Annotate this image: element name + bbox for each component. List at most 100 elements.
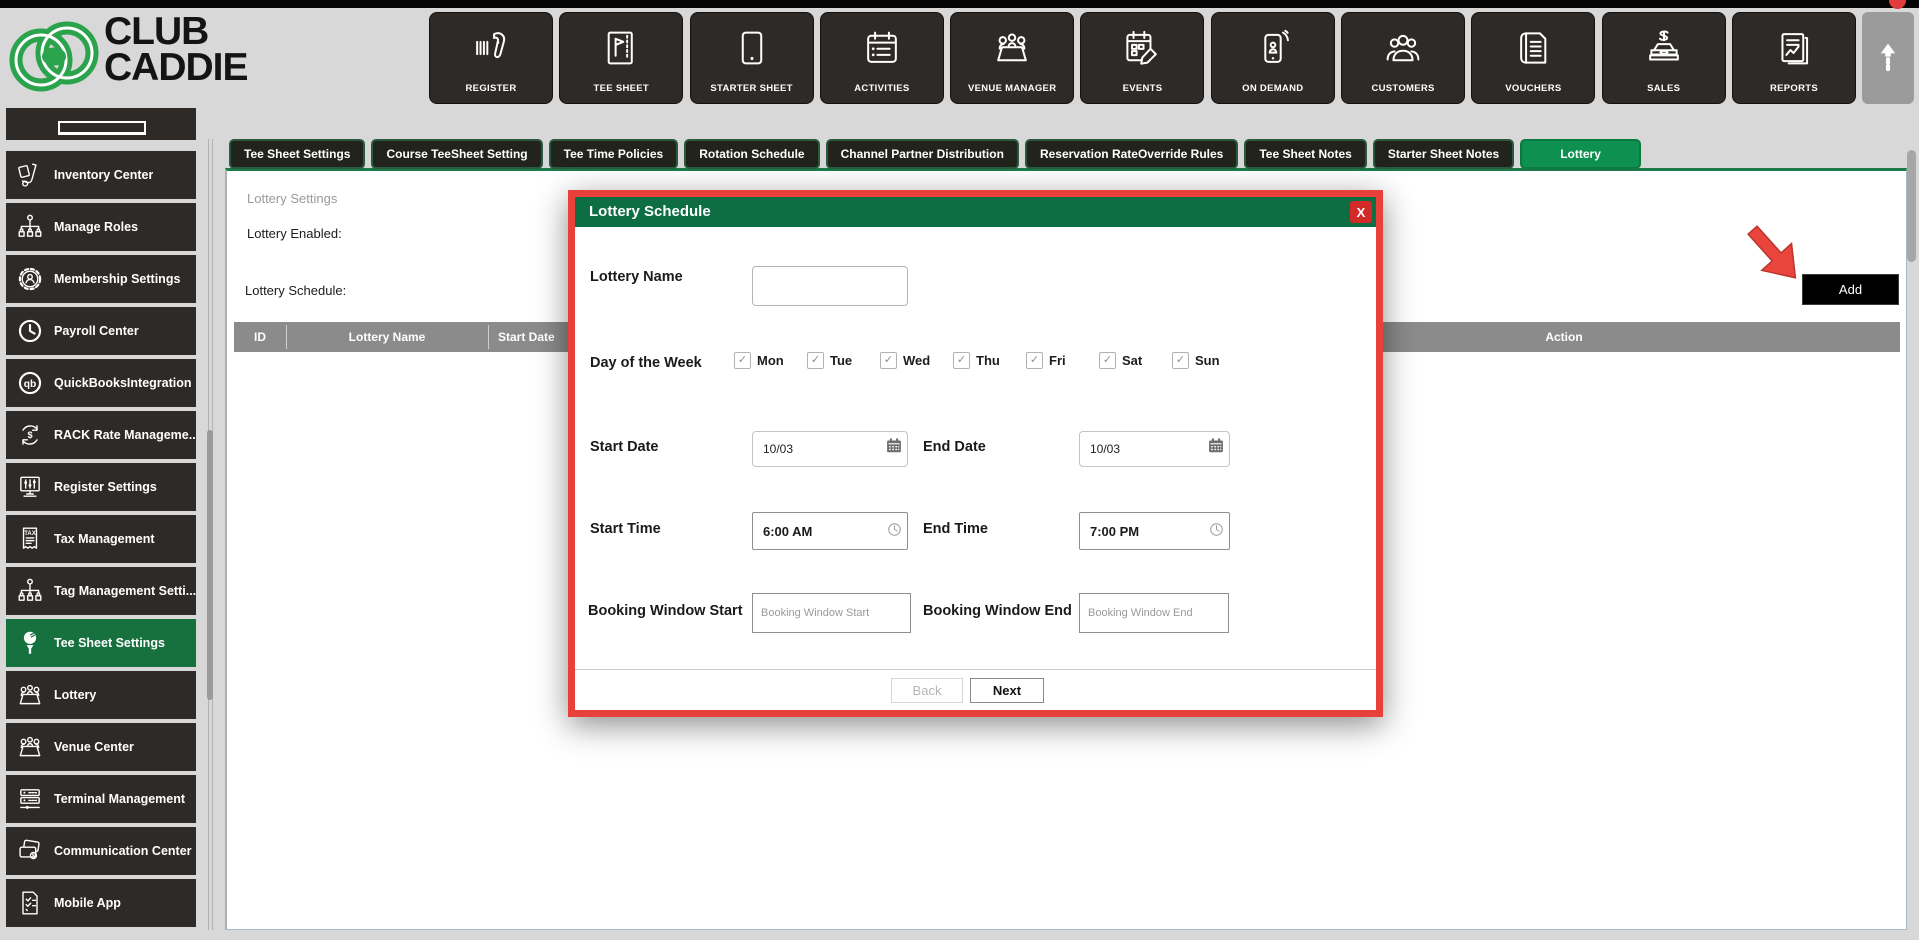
tablet-icon [732, 13, 772, 83]
modal-footer-divider [575, 669, 1376, 670]
sidebar-item-rack-rate-manageme[interactable]: $RACK Rate Manageme... [6, 411, 196, 459]
sidebar-item-label: Mobile App [54, 896, 121, 910]
day-of-week-checkboxes: ✓Mon✓Tue✓Wed✓Thu✓Fri✓Sat✓Sun [734, 352, 1245, 369]
day-checkbox-label: Wed [903, 353, 930, 368]
sidebar-item-tax-management[interactable]: TAXTax Management [6, 515, 196, 563]
sidebar-item-label: Register Settings [54, 480, 157, 494]
tab-rotation-schedule[interactable]: Rotation Schedule [684, 139, 819, 169]
nav-button-venue-manager[interactable]: VENUE MANAGER [950, 12, 1074, 104]
end-time-label: End Time [923, 521, 988, 537]
nav-button-events[interactable]: EVENTS [1080, 12, 1204, 104]
tab-course-teesheet-setting[interactable]: Course TeeSheet Setting [371, 139, 542, 169]
modal-title: Lottery Schedule [589, 203, 711, 220]
add-button[interactable]: Add [1802, 274, 1899, 305]
day-tue-checkbox[interactable]: ✓ [807, 352, 824, 369]
sidebar-item-tee-sheet-settings[interactable]: Tee Sheet Settings [6, 619, 196, 667]
gear-person-icon [6, 265, 54, 293]
tab-starter-sheet-notes[interactable]: Starter Sheet Notes [1373, 139, 1514, 169]
nav-button-register[interactable]: REGISTER [429, 12, 553, 104]
lottery-enabled-label: Lottery Enabled: [247, 226, 342, 241]
booking-window-start-input[interactable] [752, 593, 911, 633]
calendar-icon[interactable] [885, 437, 903, 460]
sidebar-item-label: Tag Management Setti... [54, 584, 196, 598]
day-sun: ✓ Sun [1172, 352, 1245, 369]
col-header-id: ID [234, 322, 286, 352]
doc-checklist-icon [6, 889, 54, 917]
calendar-list-icon [862, 13, 902, 83]
nav-button-customers[interactable]: CUSTOMERS [1341, 12, 1465, 104]
sidebar-item-payroll-center[interactable]: Payroll Center [6, 307, 196, 355]
start-time-input[interactable] [752, 512, 908, 550]
next-button[interactable]: Next [970, 678, 1044, 703]
clock-icon[interactable] [887, 522, 902, 542]
sidebar-item-venue-center[interactable]: Venue Center [6, 723, 196, 771]
barcode-scanner-icon [471, 13, 511, 83]
nav-button-reports[interactable]: REPORTS [1732, 12, 1856, 104]
day-checkbox-label: Sun [1195, 353, 1220, 368]
back-button[interactable]: Back [891, 678, 963, 703]
booking-window-end-label: Booking Window End [923, 603, 1072, 619]
voucher-doc-icon [1513, 13, 1553, 83]
column-separator [488, 325, 489, 349]
day-fri-checkbox[interactable]: ✓ [1026, 352, 1043, 369]
sidebar-item-register-settings[interactable]: Register Settings [6, 463, 196, 511]
server-stack-icon [6, 785, 54, 813]
sidebar-item-mobile-app[interactable]: Mobile App [6, 879, 196, 927]
clock-icon[interactable] [1209, 522, 1224, 542]
booking-window-end-input[interactable] [1079, 593, 1229, 633]
close-button[interactable]: X [1350, 201, 1372, 223]
col-header-lottery-name: Lottery Name [286, 322, 488, 352]
day-thu-checkbox[interactable]: ✓ [953, 352, 970, 369]
nav-button-tee-sheet[interactable]: TEE SHEET [559, 12, 683, 104]
day-sun-checkbox[interactable]: ✓ [1172, 352, 1189, 369]
day-sat: ✓Sat [1099, 352, 1172, 369]
nav-button-sales[interactable]: SALES [1602, 12, 1726, 104]
sidebar-item-partial[interactable] [6, 108, 196, 140]
tab-lottery[interactable]: Lottery [1520, 139, 1641, 169]
nav-button-activities[interactable]: ACTIVITIES [820, 12, 944, 104]
sidebar-item-communication-center[interactable]: $Communication Center [6, 827, 196, 875]
col-header-action: Action [1504, 322, 1624, 352]
tax-receipt-icon: TAX [6, 525, 54, 553]
sidebar-item-lottery[interactable]: Lottery [6, 671, 196, 719]
nav-button-vouchers[interactable]: VOUCHERS [1471, 12, 1595, 104]
tab-channel-partner-distribution[interactable]: Channel Partner Distribution [826, 139, 1019, 169]
calendar-pencil-icon [1122, 13, 1162, 83]
day-tue: ✓Tue [807, 352, 880, 369]
content-scrollbar-thumb[interactable] [1907, 150, 1916, 262]
sidebar-scrollbar-thumb[interactable] [207, 430, 213, 700]
sidebar-item-tag-management-setti[interactable]: Tag Management Setti... [6, 567, 196, 615]
sidebar-item-membership-settings[interactable]: Membership Settings [6, 255, 196, 303]
nav-button-label: CUSTOMERS [1371, 83, 1434, 103]
svg-text:TAX: TAX [24, 531, 36, 537]
nav-button-on-demand[interactable]: ON DEMAND [1211, 12, 1335, 104]
clock-icon [6, 317, 54, 345]
tab-tee-sheet-notes[interactable]: Tee Sheet Notes [1244, 139, 1366, 169]
sidebar-item-terminal-management[interactable]: Terminal Management [6, 775, 196, 823]
comm-cards-icon: $ [6, 837, 54, 865]
nav-button-label: ACTIVITIES [854, 83, 909, 103]
tab-tee-time-policies[interactable]: Tee Time Policies [549, 139, 679, 169]
day-sat-checkbox[interactable]: ✓ [1099, 352, 1116, 369]
settings-tab-bar: Tee Sheet SettingsCourse TeeSheet Settin… [229, 139, 1641, 169]
sidebar-item-inventory-center[interactable]: Inventory Center [6, 151, 196, 199]
tab-tee-sheet-settings[interactable]: Tee Sheet Settings [229, 139, 365, 169]
logo-mark-icon [8, 13, 100, 103]
qb-circle-icon: qb [6, 369, 54, 397]
nav-button-starter-sheet[interactable]: STARTER SHEET [690, 12, 814, 104]
tab-reservation-rateoverride-rules[interactable]: Reservation RateOverride Rules [1025, 139, 1238, 169]
svg-text:$: $ [27, 430, 32, 440]
end-time-input[interactable] [1079, 512, 1230, 550]
add-button-label: Add [1839, 282, 1862, 297]
nav-button-label: REGISTER [466, 83, 517, 103]
day-mon-checkbox[interactable]: ✓ [734, 352, 751, 369]
sidebar-item-quickbooksintegration[interactable]: qbQuickBooksIntegration [6, 359, 196, 407]
venue-people-icon [6, 733, 54, 761]
day-thu: ✓Thu [953, 352, 1026, 369]
lottery-name-input[interactable] [752, 266, 908, 306]
calendar-icon[interactable] [1207, 437, 1225, 460]
nav-button-label: TEE SHEET [594, 83, 650, 103]
day-wed-checkbox[interactable]: ✓ [880, 352, 897, 369]
scroll-up-button[interactable] [1862, 12, 1914, 104]
sidebar-item-manage-roles[interactable]: Manage Roles [6, 203, 196, 251]
